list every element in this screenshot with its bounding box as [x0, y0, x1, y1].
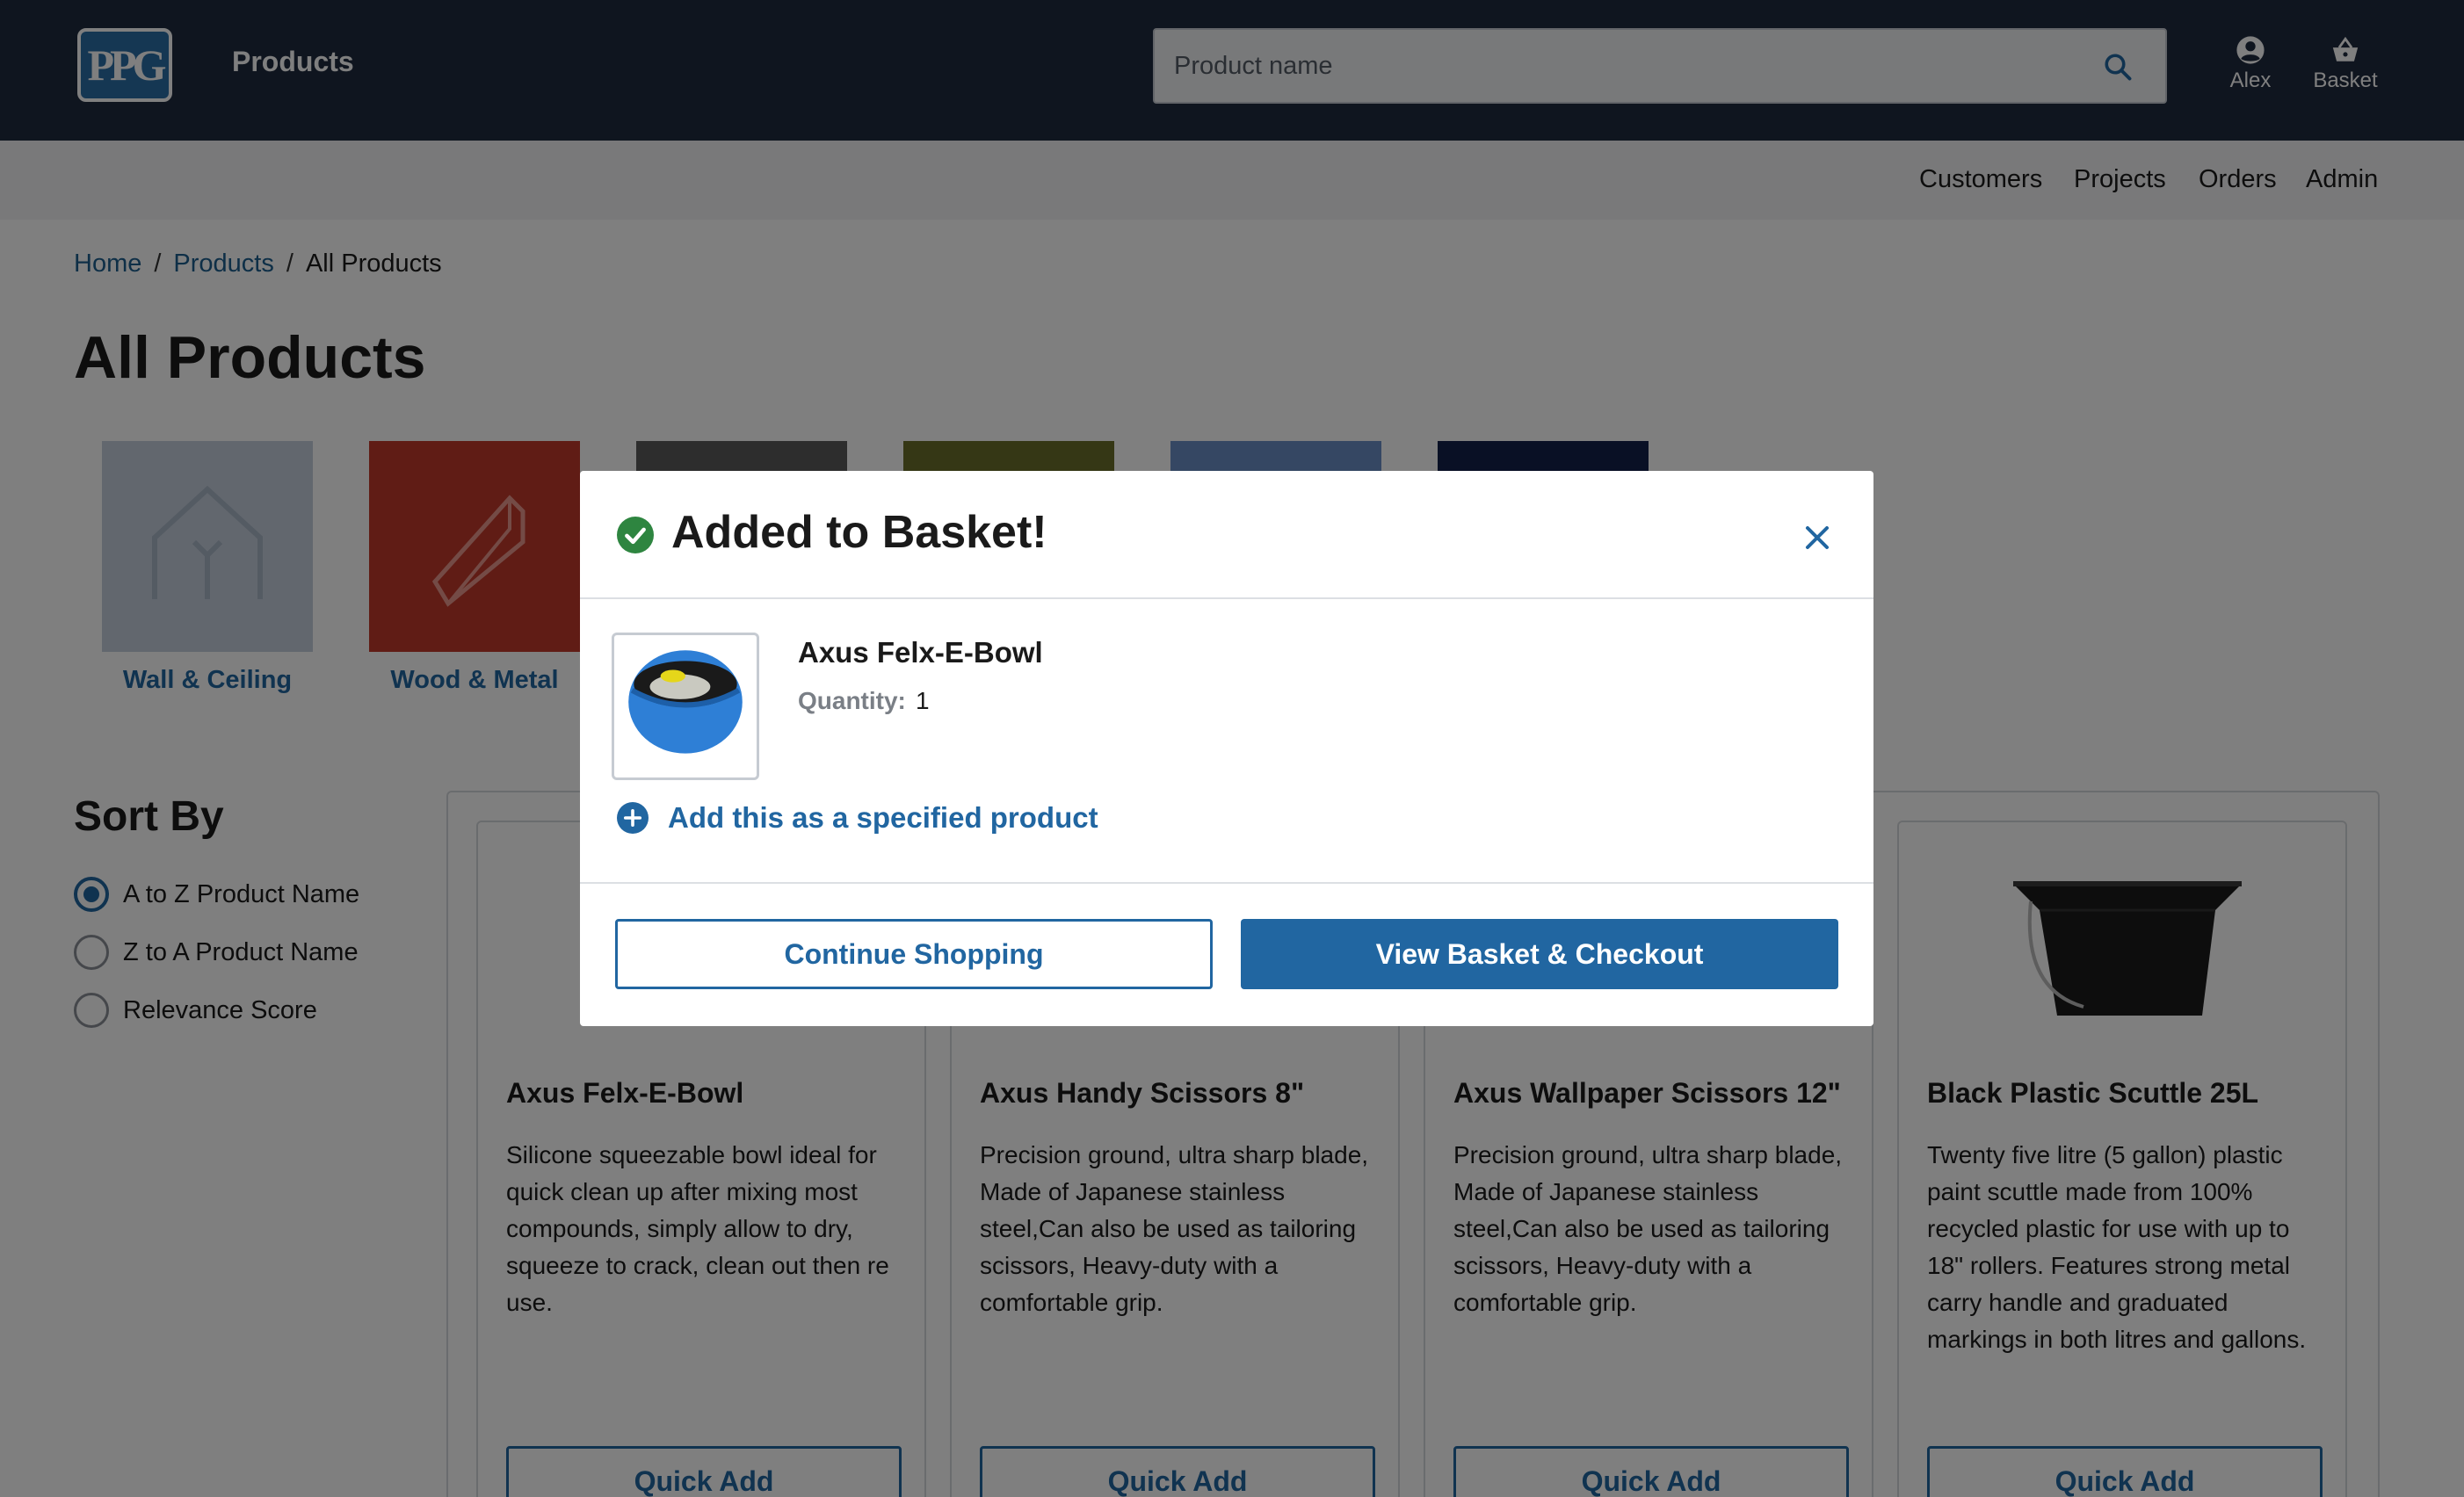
- product-thumbnail: [612, 633, 759, 780]
- continue-shopping-button[interactable]: Continue Shopping: [615, 919, 1213, 989]
- dialog-header: Added to Basket!: [580, 471, 1873, 599]
- quantity-value: 1: [916, 687, 930, 714]
- close-button[interactable]: [1798, 518, 1837, 557]
- close-icon: [1805, 525, 1830, 550]
- dialog-title: Added to Basket!: [671, 507, 1047, 558]
- success-check-icon: [617, 517, 654, 553]
- bowl-image: [628, 650, 743, 754]
- view-basket-checkout-button[interactable]: View Basket & Checkout: [1241, 919, 1838, 989]
- quantity-label: Quantity:: [798, 687, 906, 714]
- add-specified-product-link[interactable]: Add this as a specified product: [617, 801, 1098, 835]
- dialog-product-name: Axus Felx-E-Bowl: [798, 636, 1043, 669]
- plus-circle-icon: [617, 802, 649, 834]
- add-specified-product-label: Add this as a specified product: [668, 801, 1098, 834]
- added-to-basket-dialog: Added to Basket! Axus Felx-E-Bowl Quanti…: [580, 471, 1873, 1026]
- dialog-footer: Continue Shopping View Basket & Checkout: [580, 882, 1873, 1026]
